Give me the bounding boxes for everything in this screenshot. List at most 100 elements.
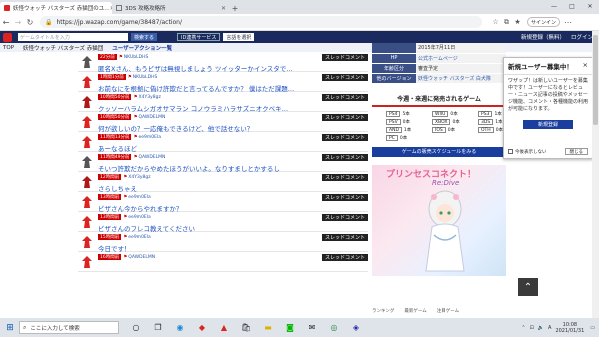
register-link[interactable]: 新規登録（無料） — [521, 33, 565, 41]
line-app-icon[interactable]: ◙ — [279, 320, 301, 335]
chrome-icon[interactable]: ◎ — [323, 320, 345, 335]
official-site-link[interactable]: 公式ホームページ — [416, 53, 506, 64]
more-menu-icon[interactable]: ⋯ — [562, 16, 574, 28]
signin-button[interactable]: サインイン — [527, 17, 561, 27]
language-select[interactable]: 言語を選択 — [223, 33, 255, 41]
tab-featured[interactable]: 注目ゲーム — [437, 308, 459, 314]
list-item[interactable]: 10時間50分前 ⚑ X4Y3y8gz クッソーハラムシガオサマラン コノウラミハラサ… — [78, 92, 368, 113]
user-avatar[interactable] — [80, 135, 94, 149]
task-view-icon[interactable]: ❐ — [147, 320, 169, 335]
list-item[interactable]: 12時間前 ⚑ X4Y3y8gz さらしちゃえ スレッドコメント — [78, 172, 368, 193]
thread-comment-label[interactable]: スレッドコメント — [321, 214, 368, 221]
user-avatar[interactable] — [80, 235, 94, 249]
user-avatar[interactable] — [80, 215, 94, 229]
list-item[interactable]: 11時間13分前 ⚑ ee9m0Ela あーなるほど スレッドコメント — [78, 132, 368, 153]
maximize-button[interactable]: □ — [563, 0, 581, 12]
cortana-icon[interactable]: ○ — [125, 320, 147, 335]
tab-ranking[interactable]: ランキング — [372, 308, 394, 314]
list-item[interactable]: 13時間前 ⚑ ee9m0Ela ビザさん今からやれますか？ スレッドコメント — [78, 192, 368, 213]
list-item[interactable]: 11時間49分前 ⚑ QAWDELMN そいつ許欺だからやめたほうがいいよ。なりすまし… — [78, 152, 368, 173]
scroll-to-top-button[interactable]: ⌃ — [518, 278, 538, 296]
thread-comment-label[interactable]: スレッドコメント — [321, 94, 368, 101]
schedule-button[interactable]: ゲームの販売スケジュールをみる — [372, 146, 506, 157]
id-service-button[interactable]: ID連携サービス — [177, 33, 221, 41]
file-explorer-icon[interactable]: ▬ — [257, 320, 279, 335]
thread-comment-label[interactable]: スレッドコメント — [321, 134, 368, 141]
dont-show-checkbox[interactable] — [508, 149, 513, 154]
breadcrumb-top[interactable]: TOP — [0, 45, 14, 51]
username-link[interactable]: NKUbLDHS — [133, 75, 158, 80]
game-search-input[interactable]: ゲームタイトルを入力 — [18, 33, 128, 41]
user-avatar[interactable] — [80, 115, 94, 129]
collections-icon[interactable]: ⧉ — [501, 18, 512, 27]
favorite-star-icon[interactable]: ☆ — [490, 18, 501, 26]
thread-comment-label[interactable]: スレッドコメント — [321, 114, 368, 121]
platform-count[interactable]: WIIU 0本 — [432, 111, 474, 118]
browser-tab-active[interactable]: 妖怪ウォッチ バスターズ 赤猫団のユ… ✕ — [0, 2, 112, 14]
page-scrollbar[interactable] — [592, 31, 599, 318]
user-avatar[interactable] — [80, 75, 94, 89]
other-version-link[interactable]: 妖怪ウォッチ バスターズ 白犬隊 — [416, 73, 506, 84]
popup-close-icon[interactable]: × — [583, 61, 588, 71]
breadcrumb-game[interactable]: 妖怪ウォッチ バスターズ 赤猫団 — [20, 44, 103, 52]
thread-comment-label[interactable]: スレッドコメント — [321, 254, 368, 261]
reload-icon[interactable]: ↻ — [24, 16, 36, 28]
platform-count[interactable]: IOS 0本 — [432, 127, 474, 134]
popup-register-button[interactable]: 新規登録 — [523, 120, 573, 129]
thread-comment-label[interactable]: スレッドコメント — [321, 154, 368, 161]
volume-icon[interactable]: 🔈 — [538, 325, 544, 331]
store-icon[interactable]: 🛍 — [235, 320, 257, 335]
list-item[interactable]: 16時間前 ⚑ QAWDELMN スレッドコメント — [78, 252, 368, 272]
clock[interactable]: 10:08 2021/01/31 — [555, 322, 584, 334]
user-avatar[interactable] — [80, 175, 94, 189]
list-item[interactable]: 10時間50分前 ⚑ QAWDELMN 何が欲しいの？一応俺もできるけど、他で話せない… — [78, 112, 368, 133]
minimize-button[interactable]: — — [545, 0, 563, 12]
list-item[interactable]: 15時間前 ⚑ ee9m0Ela 今日です！ スレッドコメント — [78, 232, 368, 253]
windows-start-icon[interactable]: ⊞ — [3, 321, 17, 335]
url-field[interactable]: 🔒 https://jp.wazap.com/game/38487/action… — [40, 16, 482, 28]
edge-icon[interactable]: ◉ — [169, 320, 191, 335]
app-misc-icon[interactable]: ◈ — [345, 320, 367, 335]
close-tab-icon[interactable]: ✕ — [221, 5, 226, 12]
thread-comment-label[interactable]: スレッドコメント — [321, 74, 368, 81]
popup-close-button[interactable]: 閉じる — [564, 148, 588, 155]
username-link[interactable]: X4Y3y8gz — [128, 175, 150, 180]
username-link[interactable]: QAWDELMN — [128, 255, 155, 260]
user-avatar[interactable] — [80, 95, 94, 109]
network-icon[interactable]: ⊡ — [530, 325, 534, 331]
user-avatar[interactable] — [80, 255, 94, 269]
search-button[interactable]: 検索する — [131, 33, 158, 41]
user-avatar[interactable] — [80, 155, 94, 169]
platform-count[interactable]: PS4 5本 — [386, 111, 428, 118]
login-link[interactable]: ログイン — [571, 33, 593, 41]
list-item[interactable]: 22分前 ⚑ NKUbLDHS 匿名Xさん、もうビザは無視しましょう ツイッターかイン… — [78, 52, 368, 73]
platform-count[interactable]: AND 1本 — [386, 127, 428, 134]
list-item[interactable]: 1時間1分前 ⚑ NKUbLDHS お前なにを根拠に偽け許欺だと言ってるんですか？ 僕… — [78, 72, 368, 93]
forward-icon[interactable]: → — [12, 16, 24, 28]
username-link[interactable]: ee9m0Ela — [128, 215, 151, 220]
username-link[interactable]: X4Y3y8gz — [139, 95, 161, 100]
username-link[interactable]: ee9m0Ela — [128, 195, 151, 200]
platform-count[interactable]: XBOX 0本 — [432, 119, 474, 126]
tray-chevron-icon[interactable]: ⌃ — [521, 325, 525, 331]
user-avatar[interactable] — [80, 195, 94, 209]
scrollbar-thumb[interactable] — [593, 35, 598, 125]
site-logo[interactable] — [3, 32, 12, 42]
thread-comment-label[interactable]: スレッドコメント — [321, 234, 368, 241]
close-window-button[interactable]: ✕ — [581, 0, 599, 12]
app-red-icon[interactable]: ◆ — [191, 320, 213, 335]
favorites-icon[interactable]: ★ — [512, 18, 523, 26]
thread-comment-label[interactable]: スレッドコメント — [321, 174, 368, 181]
ad-banner[interactable]: プリンセスコネクト！ Re:Dive — [372, 164, 506, 276]
username-link[interactable]: QAWDELMN — [139, 115, 166, 120]
taskbar-search[interactable]: ⌕ ここに入力して検索 — [19, 321, 119, 334]
app-game-icon[interactable]: ▲ — [213, 320, 235, 335]
platform-count[interactable]: PC 0本 — [386, 135, 428, 142]
mail-icon[interactable]: ✉ — [301, 320, 323, 335]
new-tab-button[interactable]: + — [230, 2, 240, 14]
thread-comment-label[interactable]: スレッドコメント — [321, 194, 368, 201]
tab-latest[interactable]: 最新ゲーム — [404, 308, 426, 314]
username-link[interactable]: QAWDELMN — [139, 155, 166, 160]
back-icon[interactable]: ← — [0, 16, 12, 28]
input-lang-indicator[interactable]: A — [548, 325, 551, 331]
